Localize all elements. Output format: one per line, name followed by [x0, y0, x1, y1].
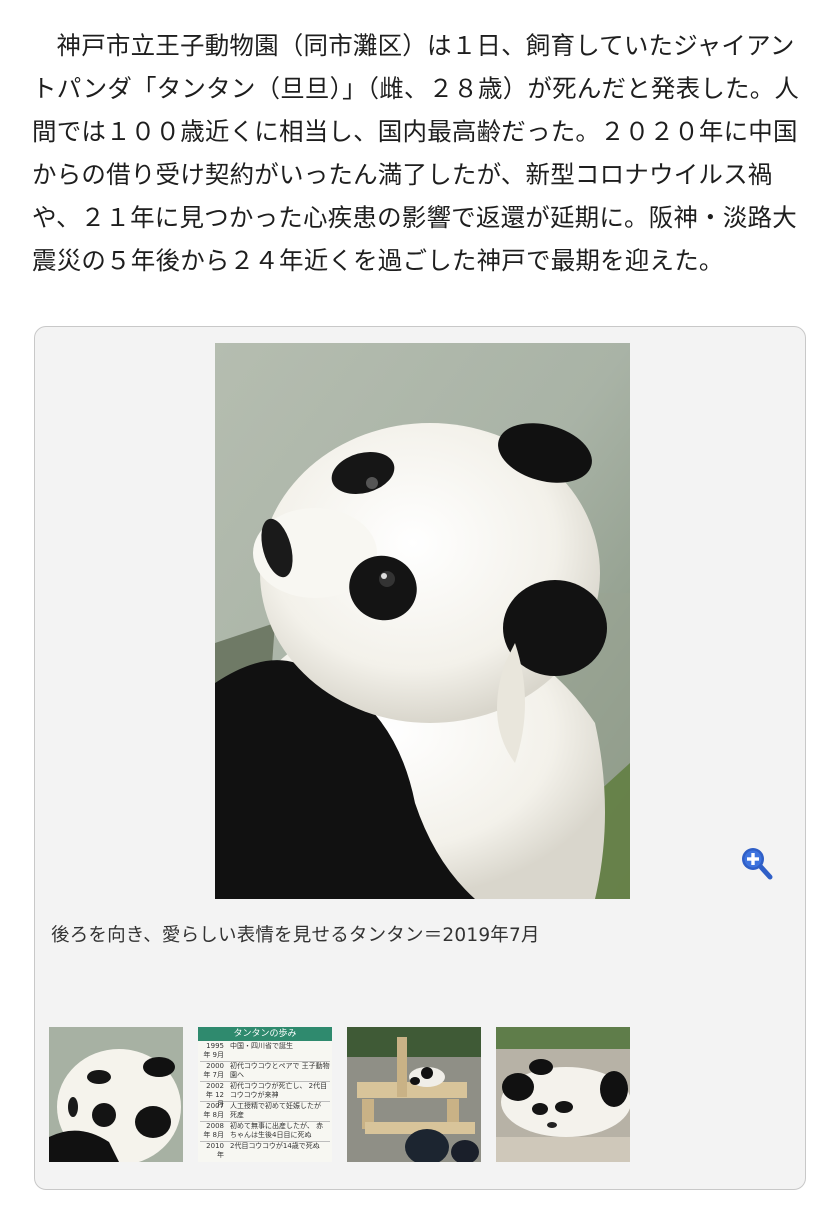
timeline-row: 2000年 7月 初代コウコウとペアで 王子動物園へ [200, 1061, 330, 1082]
photo-gallery: 後ろを向き、愛らしい表情を見せるタンタン＝2019年7月 タンタンの歩み 199… [34, 326, 806, 1190]
article-body: 神戸市立王子動物園（同市灘区）は１日、飼育していたジャイアントパンダ「タンタン（… [32, 31, 800, 275]
magnify-plus-icon[interactable] [739, 845, 773, 881]
timeline-row: 2002年 12月 初代コウコウが死亡し、 2代目コウコウが来神 [200, 1081, 330, 1108]
timeline-row: 2010年 2代目コウコウが14歳で死ぬ [206, 1142, 320, 1159]
main-photo-panda[interactable] [215, 343, 630, 899]
photo-caption: 後ろを向き、愛らしい表情を見せるタンタン＝2019年7月 [51, 925, 540, 946]
thumbnail-timeline-chart[interactable]: タンタンの歩み 1995年 9月 中国・四川省で誕生 2000年 7月 初代コウ… [198, 1027, 332, 1162]
timeline-row: 2008年 8月 初めて無事に出産したが、 赤ちゃんは生後4日目に死ぬ [200, 1121, 330, 1142]
thumbnail-panda-looking-back[interactable] [49, 1027, 183, 1162]
thumbnail-panda-enclosure[interactable] [347, 1027, 481, 1162]
timeline-row: 1995年 9月 中国・四川省で誕生 [200, 1041, 330, 1062]
timeline-row: 2007年 8月 人工授精で初めて妊娠したが 死産 [200, 1101, 330, 1122]
thumbnail-panda-resting[interactable] [496, 1027, 630, 1162]
timeline-title: タンタンの歩み [198, 1027, 332, 1041]
